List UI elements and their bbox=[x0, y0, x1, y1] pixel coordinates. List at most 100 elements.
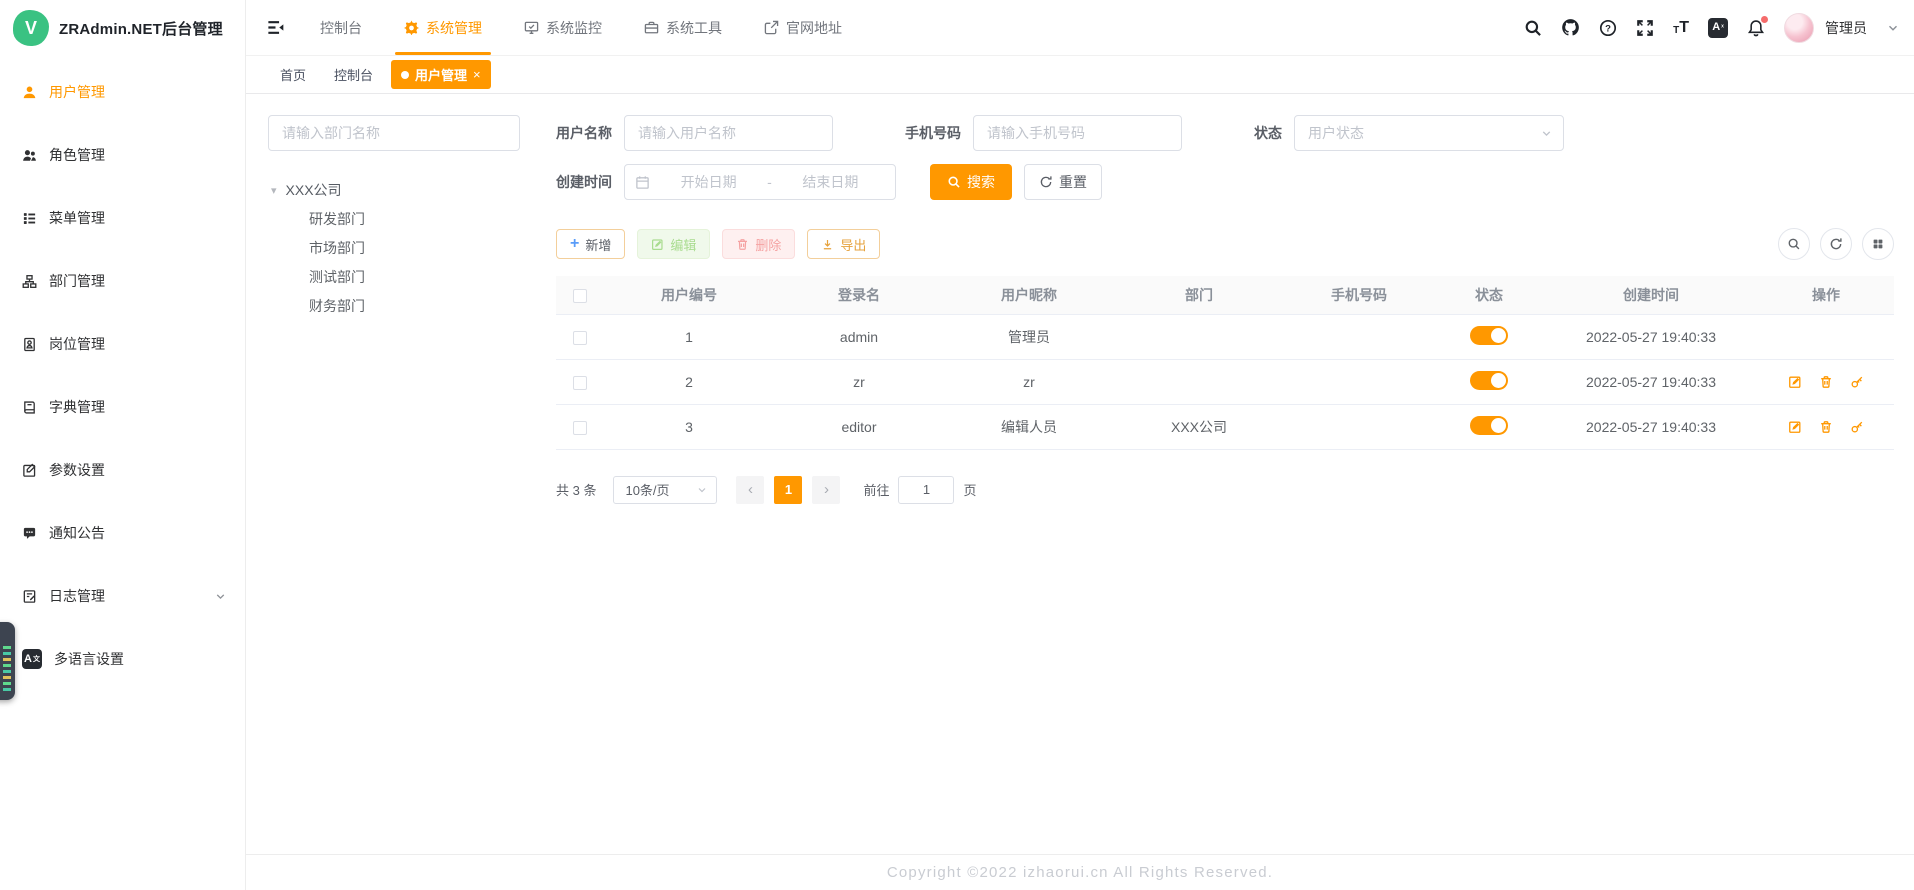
tab-home[interactable]: 首页 bbox=[270, 60, 316, 89]
app-logo-row[interactable]: V ZRAdmin.NET后台管理 bbox=[0, 0, 245, 56]
status-select[interactable]: 用户状态 bbox=[1294, 115, 1564, 151]
search-button[interactable]: 搜索 bbox=[930, 164, 1012, 200]
page-size-select[interactable]: 10条/页 bbox=[613, 476, 717, 504]
external-link-icon bbox=[764, 20, 779, 35]
row-edit-icon[interactable] bbox=[1788, 420, 1802, 434]
help-icon[interactable]: ? bbox=[1599, 19, 1617, 37]
caret-down-icon[interactable]: ▾ bbox=[271, 184, 277, 197]
nav-item-console[interactable]: 控制台 bbox=[299, 0, 383, 55]
github-icon[interactable] bbox=[1561, 18, 1580, 37]
cell-nick-name: zr bbox=[944, 359, 1114, 404]
status-select-placeholder: 用户状态 bbox=[1308, 123, 1364, 143]
main-content: ▾ XXX公司 研发部门 市场部门 测试部门 财务部门 用户名称 手机号码 bbox=[246, 95, 1914, 854]
row-actions bbox=[1758, 375, 1894, 389]
username-field: 用户名称 bbox=[556, 115, 833, 151]
cell-login-name: zr bbox=[774, 359, 944, 404]
sidebar-collapse-icon[interactable] bbox=[266, 18, 285, 37]
chevron-down-icon[interactable] bbox=[1886, 21, 1900, 35]
theme-drawer-handle[interactable] bbox=[0, 622, 15, 700]
phone-input[interactable] bbox=[973, 115, 1182, 151]
nav-item-system-management[interactable]: 系统管理 bbox=[383, 0, 503, 55]
row-delete-icon[interactable] bbox=[1819, 375, 1833, 389]
user-name[interactable]: 管理员 bbox=[1825, 18, 1867, 38]
date-end-placeholder: 结束日期 bbox=[776, 172, 885, 192]
tree-node-testing[interactable]: 测试部门 bbox=[309, 262, 520, 291]
sidebar-item-dictionary[interactable]: 字典管理 bbox=[0, 381, 245, 433]
query-form-row-2: 创建时间 开始日期 - 结束日期 搜索 重置 bbox=[556, 164, 1894, 200]
tree-node-dev[interactable]: 研发部门 bbox=[309, 204, 520, 233]
status-toggle[interactable] bbox=[1470, 416, 1508, 435]
cell-phone bbox=[1284, 314, 1434, 359]
notification-bell-icon[interactable] bbox=[1747, 19, 1765, 37]
date-range-picker[interactable]: 开始日期 - 结束日期 bbox=[624, 164, 896, 200]
tab-console[interactable]: 控制台 bbox=[324, 60, 383, 89]
col-actions: 操作 bbox=[1758, 276, 1894, 314]
edit-button-label: 编辑 bbox=[670, 235, 696, 254]
row-delete-icon[interactable] bbox=[1819, 420, 1833, 434]
sidebar-item-users[interactable]: 用户管理 bbox=[0, 66, 245, 118]
row-checkbox[interactable] bbox=[573, 331, 587, 345]
delete-button-label: 删除 bbox=[755, 235, 781, 254]
status-toggle[interactable] bbox=[1470, 326, 1508, 345]
logo-letter: V bbox=[25, 18, 37, 39]
page-number-1[interactable]: 1 bbox=[774, 476, 802, 504]
topbar-actions: ? TT Aˣ 管理员 bbox=[1524, 13, 1914, 43]
tree-node-marketing[interactable]: 市场部门 bbox=[309, 233, 520, 262]
select-all-checkbox[interactable] bbox=[573, 289, 587, 303]
export-button[interactable]: 导出 bbox=[807, 229, 880, 259]
cell-created-at: 2022-05-27 19:40:33 bbox=[1544, 314, 1758, 359]
active-dot-icon bbox=[401, 71, 409, 79]
next-page-button[interactable]: › bbox=[812, 476, 840, 504]
tree-children: 研发部门 市场部门 测试部门 财务部门 bbox=[268, 204, 520, 320]
cell-dept bbox=[1114, 359, 1284, 404]
sidebar-item-notices[interactable]: 通知公告 bbox=[0, 507, 245, 559]
cell-nick-name: 管理员 bbox=[944, 314, 1114, 359]
dictionary-icon bbox=[22, 400, 37, 415]
sidebar-item-departments[interactable]: 部门管理 bbox=[0, 255, 245, 307]
col-status: 状态 bbox=[1434, 276, 1544, 314]
sidebar-item-languages[interactable]: A文 多语言设置 bbox=[0, 633, 245, 685]
nav-item-official-site[interactable]: 官网地址 bbox=[743, 0, 863, 55]
tab-user-management[interactable]: 用户管理 × bbox=[391, 60, 491, 89]
row-edit-icon[interactable] bbox=[1788, 375, 1802, 389]
row-reset-password-icon[interactable] bbox=[1850, 375, 1864, 389]
nav-item-system-tools[interactable]: 系统工具 bbox=[623, 0, 743, 55]
status-toggle[interactable] bbox=[1470, 371, 1508, 390]
prev-page-button[interactable]: ‹ bbox=[736, 476, 764, 504]
font-size-icon[interactable]: TT bbox=[1673, 20, 1689, 36]
sidebar-item-label: 参数设置 bbox=[49, 460, 105, 480]
edit-button[interactable]: 编辑 bbox=[637, 229, 710, 259]
cell-login-name: editor bbox=[774, 404, 944, 449]
top-nav: 控制台 系统管理 系统监控 系统工具 官网地址 bbox=[299, 0, 863, 55]
sidebar-item-menus[interactable]: 菜单管理 bbox=[0, 192, 245, 244]
row-checkbox[interactable] bbox=[573, 421, 587, 435]
column-settings-icon[interactable] bbox=[1862, 228, 1894, 260]
toolbox-icon bbox=[644, 20, 659, 35]
reset-button[interactable]: 重置 bbox=[1024, 164, 1102, 200]
column-search-icon[interactable] bbox=[1778, 228, 1810, 260]
delete-button[interactable]: 删除 bbox=[722, 229, 795, 259]
department-search-input[interactable] bbox=[268, 115, 520, 151]
username-input[interactable] bbox=[624, 115, 833, 151]
search-icon[interactable] bbox=[1524, 19, 1542, 37]
tree-node-company[interactable]: ▾ XXX公司 bbox=[268, 176, 520, 204]
refresh-table-icon[interactable] bbox=[1820, 228, 1852, 260]
tree-node-finance[interactable]: 财务部门 bbox=[309, 291, 520, 320]
sidebar-item-logs[interactable]: 日志管理 bbox=[0, 570, 245, 622]
fullscreen-icon[interactable] bbox=[1636, 19, 1654, 37]
sidebar-item-roles[interactable]: 角色管理 bbox=[0, 129, 245, 181]
translate-icon[interactable]: Aˣ bbox=[1708, 18, 1728, 38]
add-button-label: 新增 bbox=[585, 235, 611, 254]
add-button[interactable]: + 新增 bbox=[556, 229, 625, 259]
nav-item-system-monitor[interactable]: 系统监控 bbox=[503, 0, 623, 55]
query-form-row-1: 用户名称 手机号码 状态 用户状态 bbox=[556, 115, 1894, 151]
close-icon[interactable]: × bbox=[473, 67, 481, 82]
sidebar-item-posts[interactable]: 岗位管理 bbox=[0, 318, 245, 370]
row-checkbox[interactable] bbox=[573, 376, 587, 390]
chevron-down-icon bbox=[214, 590, 227, 603]
row-reset-password-icon[interactable] bbox=[1850, 420, 1864, 434]
table-row: 3 editor 编辑人员 XXX公司 2022-05-27 19:40:33 bbox=[556, 404, 1894, 449]
goto-page-input[interactable] bbox=[898, 476, 954, 504]
sidebar-item-parameters[interactable]: 参数设置 bbox=[0, 444, 245, 496]
avatar[interactable] bbox=[1784, 13, 1814, 43]
